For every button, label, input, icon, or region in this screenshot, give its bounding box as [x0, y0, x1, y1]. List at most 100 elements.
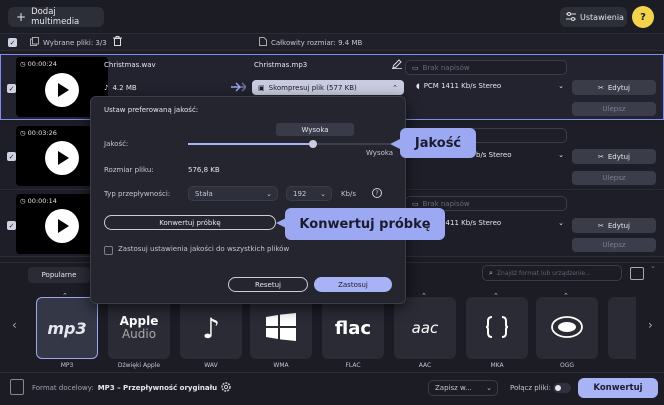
compress-file-dropdown[interactable]: ▣ Skompresuj plik (577 KB) ⌃ [252, 80, 404, 95]
selected-files-count: Wybrane pliki: 3/3 [43, 38, 107, 47]
output-file-name: Christmas.mp3 [254, 61, 308, 69]
chevron-up-icon: ⌃ [62, 292, 68, 300]
save-to-label: Zapisz w... [435, 384, 472, 392]
gear-icon[interactable] [220, 381, 232, 395]
quality-slider-fill [188, 143, 314, 145]
plus-icon: + [16, 10, 27, 24]
quality-max-label: Wysoka [366, 149, 394, 157]
duration: 00:03:26 [27, 129, 57, 137]
add-media-button[interactable]: + Dodaj multimedia [8, 7, 104, 27]
windows-icon [266, 313, 296, 343]
duration: 00:00:24 [27, 60, 57, 68]
format-label: AAC [418, 362, 432, 369]
select-all-checkbox[interactable]: ✓ [8, 38, 17, 47]
info-icon[interactable]: ? [372, 188, 382, 198]
settings-button[interactable]: Ustawienia [560, 7, 627, 27]
bitrate-value: 192 [293, 189, 307, 198]
format-wma[interactable] [250, 297, 312, 359]
audio-track-value: PCM 1411 Kb/s Stereo [423, 82, 502, 90]
pencil-icon[interactable] [392, 59, 402, 71]
reset-button[interactable]: Resetuj [228, 277, 308, 292]
target-format-value[interactable]: MP3 – Przepływność oryginału [98, 384, 217, 392]
improve-button[interactable]: Ulepsz [572, 171, 656, 185]
callout-pointer [390, 139, 400, 149]
scissors-icon: ✂ [597, 83, 604, 92]
bitrate-type-label: Typ przepływności: [104, 190, 171, 198]
audio-track-dropdown[interactable]: b/s Stereo ⌄ [476, 151, 566, 159]
aac-icon: aac [411, 319, 439, 337]
file-checkbox[interactable]: ✓ [7, 84, 16, 93]
quality-tooltip: Wysoka [276, 123, 354, 136]
compress-icon: ▣ [258, 83, 265, 92]
subtitles-field[interactable]: ▭ Brak napisów [405, 60, 567, 75]
improve-button[interactable]: Ulepsz [572, 102, 656, 116]
filesize-value: 576,8 KB [188, 166, 220, 174]
format-mp3[interactable]: mp3 [36, 297, 98, 359]
edit-button[interactable]: ✂ Edytuj [572, 80, 656, 95]
filesize-label: Rozmiar pliku: [104, 166, 154, 174]
quality-slider-track[interactable] [188, 140, 390, 148]
convert-sample-button[interactable]: Konwertuj próbkę [104, 215, 276, 230]
popup-title: Ustaw preferowaną jakość: [104, 106, 199, 114]
audio-wave-icon: ◖ [416, 82, 420, 90]
format-ogg[interactable] [536, 297, 598, 359]
play-icon[interactable] [45, 209, 79, 243]
chevron-down-icon: ⌄ [486, 384, 492, 392]
apply-all-label: Zastosuj ustawienia jakości do wszystkic… [118, 245, 290, 253]
audio-track-value: b/s Stereo [476, 151, 512, 159]
format-label: OGG [559, 362, 575, 369]
play-icon[interactable] [45, 73, 79, 107]
search-placeholder: Znajdź format lub urządzenie... [496, 269, 591, 277]
format-next-partial[interactable] [608, 297, 636, 359]
chevron-up-icon: ⌃ [493, 292, 499, 300]
play-icon[interactable] [45, 141, 79, 175]
convert-button[interactable]: Konwertuj [578, 378, 658, 398]
scissors-icon: ✂ [597, 221, 604, 230]
edit-button[interactable]: ✂ Edytuj [572, 218, 656, 233]
apply-all-checkbox[interactable] [104, 246, 113, 255]
chevron-up-icon: ⌃ [563, 292, 569, 300]
bitrate-type-dropdown[interactable]: Stała ⌄ [188, 186, 278, 201]
format-mka[interactable] [466, 297, 528, 359]
quality-callout: Jakość [400, 128, 476, 158]
source-file-size: 4.2 MB [112, 84, 137, 92]
chevron-down-icon: ⌄ [558, 82, 564, 90]
format-aac[interactable]: aac [394, 297, 456, 359]
file-checkbox[interactable]: ✓ [7, 152, 16, 161]
speech-bubble-icon: ▭ [412, 199, 419, 208]
format-apple-audio[interactable]: Apple Audio [108, 297, 170, 359]
clock-icon: ◷ [20, 60, 26, 68]
chevron-left-icon[interactable]: ‹ [12, 318, 17, 332]
edit-button[interactable]: ✂ Edytuj [572, 149, 656, 164]
trash-icon[interactable] [113, 36, 122, 48]
apply-button[interactable]: Zastosuj [314, 277, 392, 292]
chevron-right-icon[interactable]: › [648, 318, 653, 332]
chevron-down-icon[interactable]: ⌄ [650, 262, 656, 270]
bitrate-value-dropdown[interactable]: 192 ⌄ [286, 186, 332, 201]
device-detect-icon[interactable] [630, 267, 644, 280]
file-checkbox[interactable]: ✓ [7, 221, 16, 230]
chevron-up-icon: ⌃ [392, 83, 398, 92]
format-wav[interactable]: ♪ [180, 297, 242, 359]
chevron-down-icon: ⌄ [320, 189, 326, 198]
merge-files-toggle[interactable] [553, 383, 571, 393]
chevron-down-icon: ⌄ [266, 189, 272, 198]
settings-label: Ustawienia [580, 12, 624, 22]
duration: 00:00:14 [27, 197, 57, 205]
convert-arrow-icon [230, 81, 247, 95]
bitrate-unit: Kb/s [341, 190, 357, 198]
search-icon: ⌕ [489, 268, 493, 277]
ogg-icon [550, 314, 584, 342]
edit-label: Edytuj [607, 221, 630, 230]
help-button[interactable]: ? [632, 6, 654, 28]
audio-track-dropdown[interactable]: ◖ PCM 1411 Kb/s Stereo ⌄ [416, 82, 566, 90]
subtitles-value: Brak napisów [422, 199, 470, 208]
total-size: Całkowity rozmiar: 9.4 MB [271, 38, 363, 47]
format-flac[interactable]: flac [322, 297, 384, 359]
format-search-input[interactable]: ⌕ Znajdź format lub urządzenie... [482, 265, 622, 281]
subtitles-value: Brak napisów [422, 63, 470, 72]
save-to-dropdown[interactable]: Zapisz w... ⌄ [428, 380, 498, 396]
flac-icon: flac [334, 317, 372, 339]
tab-popular[interactable]: Popularne [28, 267, 90, 283]
improve-button[interactable]: Ulepsz [572, 238, 656, 252]
